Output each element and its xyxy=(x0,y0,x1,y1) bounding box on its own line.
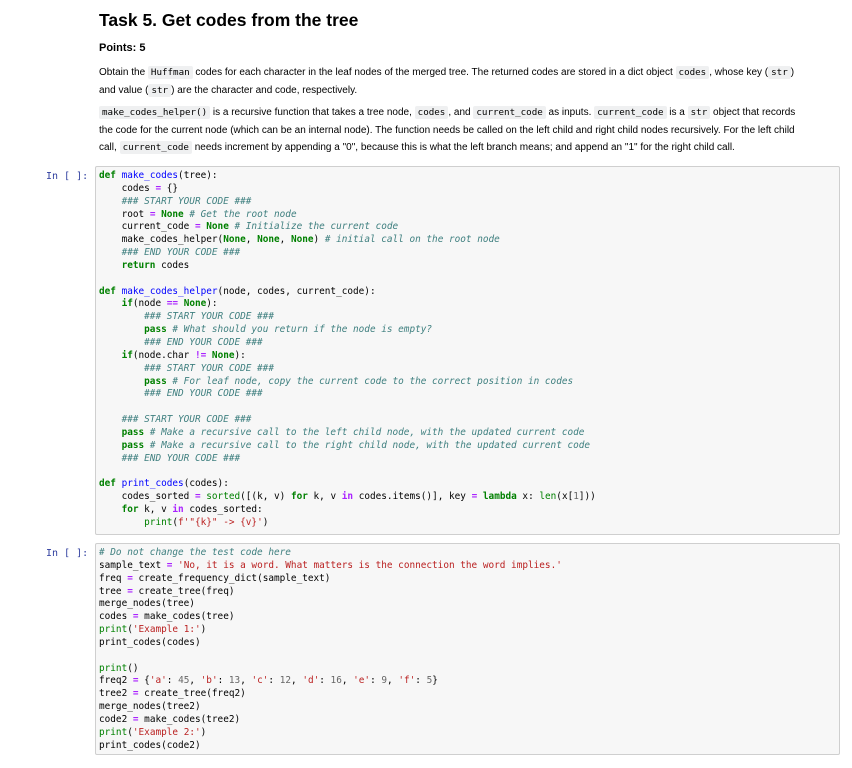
inline-code: Huffman xyxy=(147,66,193,79)
description-paragraph-1: Obtain the Huffman codes for each charac… xyxy=(99,66,795,97)
points-label: Points: 5 xyxy=(99,42,146,54)
code-cell-2[interactable]: # Do not change the test code here sampl… xyxy=(95,543,840,755)
inline-code: str xyxy=(148,83,172,97)
inline-code: make_codes_helper() xyxy=(99,106,211,119)
inline-code: current_code xyxy=(473,106,546,119)
code-cell-1[interactable]: def make_codes(tree): codes = {} ### STA… xyxy=(95,166,840,535)
inline-code: str xyxy=(768,66,791,79)
cell-2-prompt: In [ ]: xyxy=(46,548,89,559)
inline-code: codes xyxy=(675,66,710,79)
code-cell-2-source[interactable]: # Do not change the test code here sampl… xyxy=(96,544,839,753)
task-title: Task 5. Get codes from the tree xyxy=(99,10,359,30)
inline-code: current_code xyxy=(119,141,192,154)
code-cell-1-source[interactable]: def make_codes(tree): codes = {} ### STA… xyxy=(96,167,839,530)
cell-1-prompt: In [ ]: xyxy=(46,171,89,182)
inline-code: str xyxy=(687,106,711,119)
inline-code: current_code xyxy=(594,106,667,119)
description-paragraph-2: make_codes_helper() is a recursive funct… xyxy=(99,106,796,154)
inline-code: codes xyxy=(414,106,449,119)
